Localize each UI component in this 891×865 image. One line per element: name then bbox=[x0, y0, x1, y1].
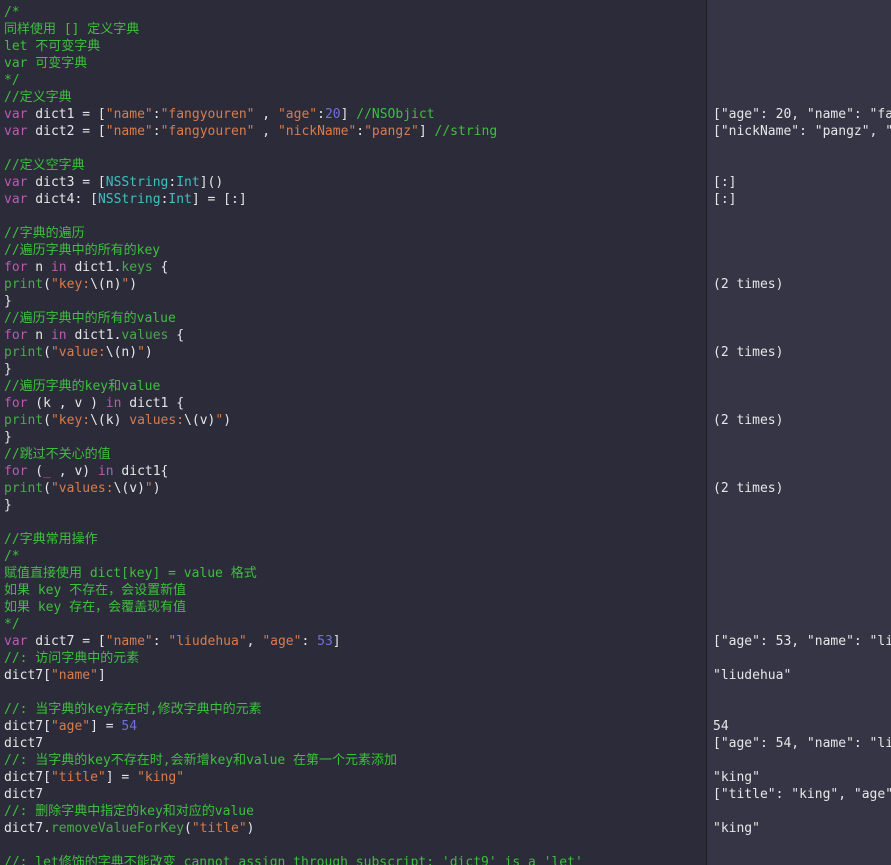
block-comment: var 可变字典 bbox=[4, 56, 87, 71]
code-line[interactable]: var dict1 = ["name":"fangyouren" , "age"… bbox=[4, 106, 706, 123]
code-line[interactable]: var dict7 = ["name": "liudehua", "age": … bbox=[4, 633, 706, 650]
code-line[interactable]: dict7["title"] = "king" bbox=[4, 769, 706, 786]
code-line[interactable]: print("value:\(n)") bbox=[4, 344, 706, 361]
line-comment: //字典常用操作 bbox=[4, 532, 98, 547]
code-line[interactable]: dict7.removeValueForKey("title") bbox=[4, 820, 706, 837]
result-value: (2 times) bbox=[713, 412, 891, 429]
code-line[interactable]: print("key:\(k) values:\(v)") bbox=[4, 412, 706, 429]
result-value: ["age": 53, "name": "liudehu bbox=[713, 633, 891, 650]
code-line[interactable]: var dict3 = [NSString:Int]() bbox=[4, 174, 706, 191]
code-editor-pane[interactable]: /* 同样使用 [] 定义字典 let 不可变字典 var 可变字典 */ //… bbox=[0, 0, 706, 865]
result-value: (2 times) bbox=[713, 344, 891, 361]
line-comment: //: 访问字典中的元素 bbox=[4, 651, 139, 666]
result-value: ["title": "king", "age": 54, "n bbox=[713, 786, 891, 803]
line-comment: //定义空字典 bbox=[4, 158, 85, 173]
line-comment: //: 删除字典中指定的key和对应的value bbox=[4, 804, 254, 819]
results-sidebar[interactable]: ["age": 20, "name": "fangyo ["nickName":… bbox=[706, 0, 891, 865]
line-comment: //跳过不关心的值 bbox=[4, 447, 111, 462]
result-value: (2 times) bbox=[713, 276, 891, 293]
line-comment: //遍历字典中的所有的value bbox=[4, 311, 176, 326]
result-value: "king" bbox=[713, 769, 891, 786]
result-value: (2 times) bbox=[713, 480, 891, 497]
result-value: ["age": 20, "name": "fangyo bbox=[713, 106, 891, 123]
block-comment: /* bbox=[4, 5, 20, 20]
code-line[interactable]: for n in dict1.keys { bbox=[4, 259, 706, 276]
code-line[interactable]: for (k , v ) in dict1 { bbox=[4, 395, 706, 412]
code-line[interactable]: dict7["name"] bbox=[4, 667, 706, 684]
line-comment: //定义字典 bbox=[4, 90, 72, 105]
block-comment: */ bbox=[4, 73, 20, 88]
result-value: "liudehua" bbox=[713, 667, 891, 684]
line-comment: //字典的遍历 bbox=[4, 226, 85, 241]
code-line[interactable]: print("values:\(v)") bbox=[4, 480, 706, 497]
block-comment: let 不可变字典 bbox=[4, 39, 100, 54]
code-line[interactable]: for (_ , v) in dict1{ bbox=[4, 463, 706, 480]
line-comment: //: 当字典的key存在时,修改字典中的元素 bbox=[4, 702, 262, 717]
code-line[interactable]: for n in dict1.values { bbox=[4, 327, 706, 344]
line-comment: //: 当字典的key不存在时,会新增key和value 在第一个元素添加 bbox=[4, 753, 397, 768]
code-line[interactable]: var dict4: [NSString:Int] = [:] bbox=[4, 191, 706, 208]
result-value: "king" bbox=[713, 820, 891, 837]
result-value: 54 bbox=[713, 718, 891, 735]
line-comment: //: let修饰的字典不能改变 cannot assign through s… bbox=[4, 855, 583, 865]
block-comment: 同样使用 [] 定义字典 bbox=[4, 22, 139, 37]
code-line[interactable]: var dict2 = ["name":"fangyouren" , "nick… bbox=[4, 123, 706, 140]
line-comment: //遍历字典的key和value bbox=[4, 379, 160, 394]
result-value: [:] bbox=[713, 191, 891, 208]
code-line[interactable]: print("key:\(n)") bbox=[4, 276, 706, 293]
line-comment: //遍历字典中的所有的key bbox=[4, 243, 160, 258]
result-value: [:] bbox=[713, 174, 891, 191]
code-line[interactable]: dict7["age"] = 54 bbox=[4, 718, 706, 735]
result-value: ["age": 54, "name": "liudehu bbox=[713, 735, 891, 752]
result-value: ["nickName": "pangz", "na... bbox=[713, 123, 891, 140]
